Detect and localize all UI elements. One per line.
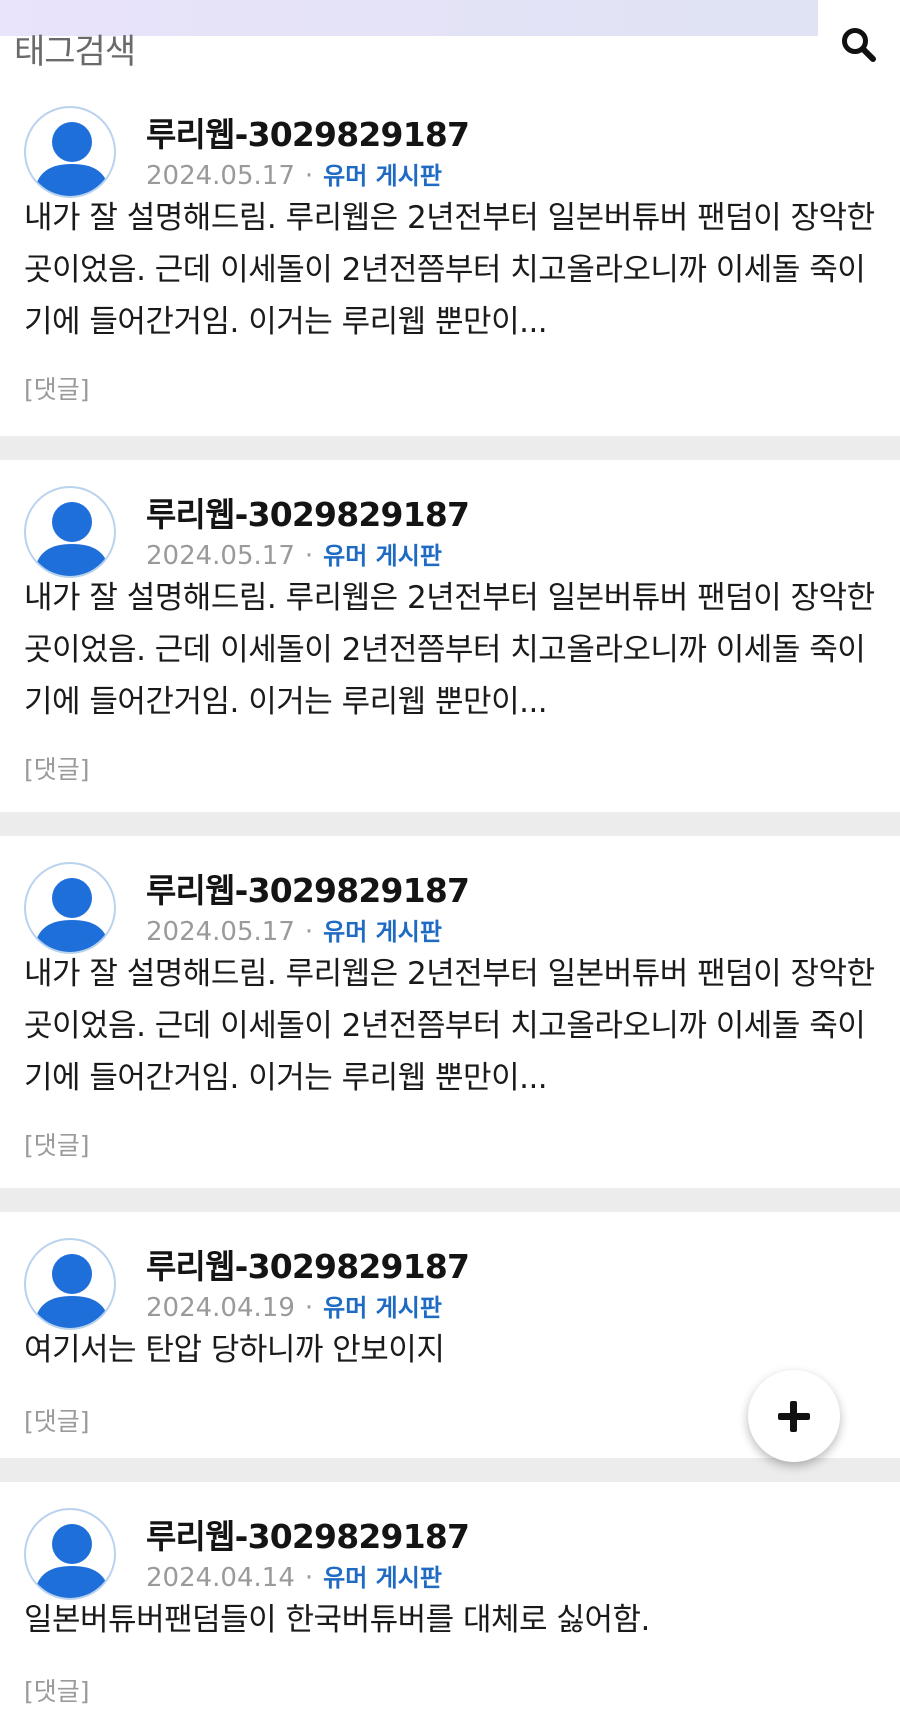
meta-separator: · xyxy=(304,917,314,947)
post-author[interactable]: 루리웹-3029829187 xyxy=(146,1240,470,1288)
user-avatar-icon xyxy=(34,502,110,576)
post-divider xyxy=(0,436,900,460)
post-board-link[interactable]: 유머 게시판 xyxy=(323,542,442,570)
post-excerpt[interactable]: 여기서는 탄압 당하니까 안보이지 xyxy=(24,1324,876,1376)
user-avatar-icon xyxy=(34,1254,110,1328)
post-meta: 2024.04.19 · 유머 게시판 xyxy=(146,1288,442,1323)
post-author[interactable]: 루리웹-3029829187 xyxy=(146,488,470,536)
post-date: 2024.05.17 xyxy=(146,541,295,571)
avatar[interactable] xyxy=(24,486,116,578)
post-date: 2024.04.19 xyxy=(146,1293,295,1323)
avatar[interactable] xyxy=(24,1508,116,1600)
post-feed: 루리웹-3029829187 2024.05.17 · 유머 게시판 내가 잘 설명… xyxy=(0,80,900,1730)
avatar[interactable] xyxy=(24,106,116,198)
post-date: 2024.05.17 xyxy=(146,917,295,947)
post-date: 2024.04.14 xyxy=(146,1563,295,1593)
post-meta: 2024.05.17 · 유머 게시판 xyxy=(146,156,442,191)
post-item[interactable]: 루리웹-3029829187 2024.05.17 · 유머 게시판 내가 잘 설명… xyxy=(0,460,900,812)
meta-separator: · xyxy=(304,1563,314,1593)
user-avatar-icon xyxy=(34,1524,110,1598)
post-author[interactable]: 루리웹-3029829187 xyxy=(146,108,470,156)
post-item[interactable]: 루리웹-3029829187 2024.05.17 · 유머 게시판 내가 잘 설명… xyxy=(0,80,900,436)
post-divider xyxy=(0,1458,900,1482)
post-board-link[interactable]: 유머 게시판 xyxy=(323,1564,442,1592)
meta-separator: · xyxy=(304,541,314,571)
user-avatar-icon xyxy=(34,122,110,196)
post-meta: 2024.05.17 · 유머 게시판 xyxy=(146,912,442,947)
comment-link[interactable]: [댓글] xyxy=(24,370,90,406)
post-board-link[interactable]: 유머 게시판 xyxy=(323,918,442,946)
comment-link[interactable]: [댓글] xyxy=(24,1126,90,1162)
comment-link[interactable]: [댓글] xyxy=(24,1672,90,1708)
post-divider xyxy=(0,812,900,836)
post-board-link[interactable]: 유머 게시판 xyxy=(323,162,442,190)
tag-search-field[interactable]: 태그검색 xyxy=(0,0,818,80)
post-excerpt[interactable]: 일본버튜버팬덤들이 한국버튜버를 대체로 싫어함. xyxy=(24,1594,876,1646)
avatar[interactable] xyxy=(24,862,116,954)
comment-link[interactable]: [댓글] xyxy=(24,750,90,786)
top-bar: 태그검색 xyxy=(0,0,900,80)
post-board-link[interactable]: 유머 게시판 xyxy=(323,1294,442,1322)
post-item[interactable]: 루리웹-3029829187 2024.05.17 · 유머 게시판 내가 잘 설명… xyxy=(0,836,900,1188)
tag-search-label: 태그검색 xyxy=(14,32,136,72)
search-icon xyxy=(842,28,876,62)
post-meta: 2024.05.17 · 유머 게시판 xyxy=(146,536,442,571)
avatar[interactable] xyxy=(24,1238,116,1330)
meta-separator: · xyxy=(304,1293,314,1323)
post-item[interactable]: 루리웹-3029829187 2024.04.14 · 유머 게시판 일본버튜버팬덤… xyxy=(0,1482,900,1730)
post-excerpt[interactable]: 내가 잘 설명해드림. 루리웹은 2년전부터 일본버튜버 팬덤이 장악한 곳이었… xyxy=(24,572,876,728)
comment-link[interactable]: [댓글] xyxy=(24,1402,90,1438)
post-author[interactable]: 루리웹-3029829187 xyxy=(146,1510,470,1558)
post-author[interactable]: 루리웹-3029829187 xyxy=(146,864,470,912)
post-meta: 2024.04.14 · 유머 게시판 xyxy=(146,1558,442,1593)
post-date: 2024.05.17 xyxy=(146,161,295,191)
post-excerpt[interactable]: 내가 잘 설명해드림. 루리웹은 2년전부터 일본버튜버 팬덤이 장악한 곳이었… xyxy=(24,948,876,1104)
post-excerpt[interactable]: 내가 잘 설명해드림. 루리웹은 2년전부터 일본버튜버 팬덤이 장악한 곳이었… xyxy=(24,192,876,348)
post-divider xyxy=(0,1188,900,1212)
meta-separator: · xyxy=(304,161,314,191)
user-avatar-icon xyxy=(34,878,110,952)
write-post-button[interactable] xyxy=(748,1370,840,1462)
search-button[interactable] xyxy=(838,24,880,66)
